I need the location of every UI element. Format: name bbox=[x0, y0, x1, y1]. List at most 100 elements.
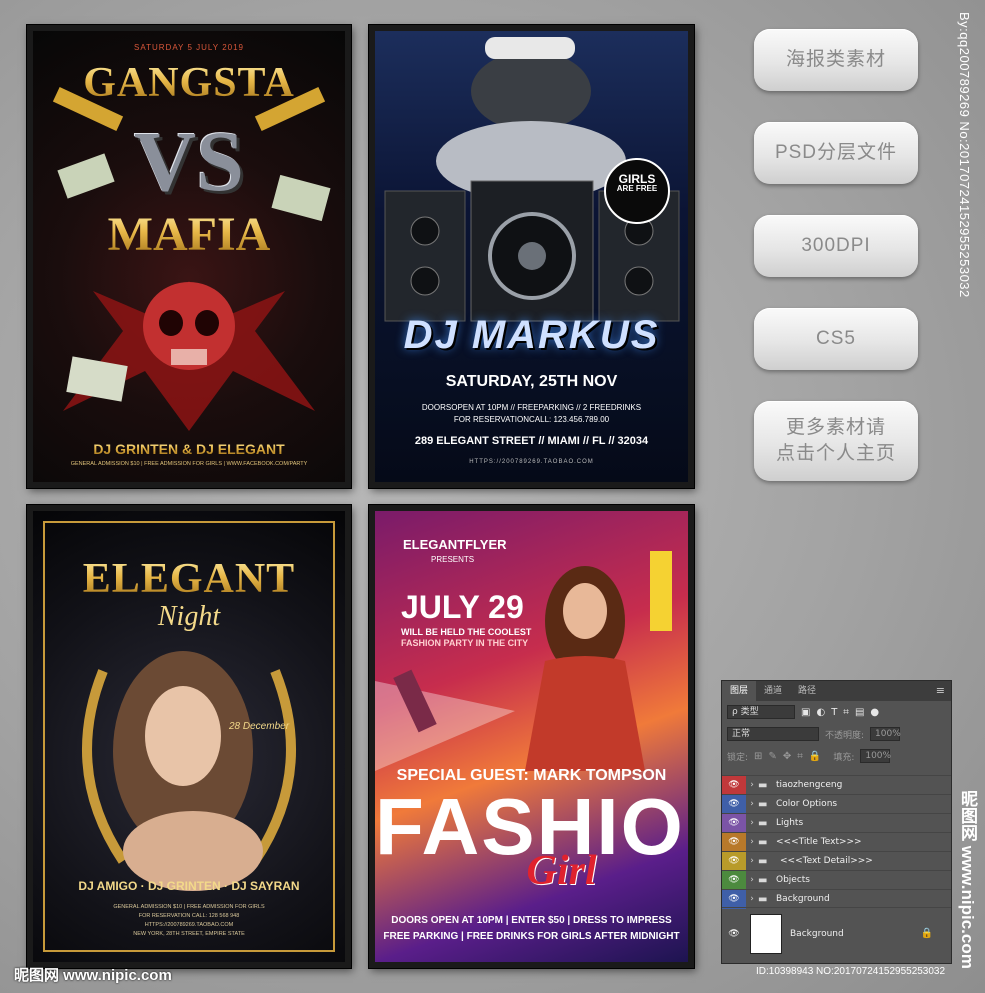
layer-group[interactable]: 👁 › ▬ <<<Title Text>>> bbox=[722, 832, 951, 852]
side-button-more-assets[interactable]: 更多素材请 点击个人主页 bbox=[754, 401, 918, 481]
tab-layers[interactable]: 图层 bbox=[722, 681, 757, 701]
folder-icon: ▬ bbox=[758, 893, 768, 905]
girls-free-badge: GIRLS ARE FREE bbox=[607, 173, 667, 193]
poster-info2: FOR RESERVATIONCALL: 123.456.789.00 bbox=[453, 415, 610, 424]
poster-address: 289 ELEGANT STREET // MIAMI // FL // 320… bbox=[414, 435, 649, 447]
side-button-cs5[interactable]: CS5 bbox=[754, 308, 918, 370]
visibility-eye-icon[interactable]: 👁 bbox=[722, 794, 746, 814]
poster-djs: DJ AMIGO · DJ GRINTEN · DJ SAYRAN bbox=[78, 879, 300, 893]
lock-transparency-icon[interactable]: ⊞ bbox=[754, 751, 762, 762]
poster-date: SATURDAY, 25TH NOV bbox=[445, 373, 618, 390]
poster-info4: NEW YORK, 28TH STREET, EMPIRE STATE bbox=[133, 931, 245, 937]
chevron-right-icon[interactable]: › bbox=[746, 837, 758, 847]
folder-icon: ▬ bbox=[758, 779, 768, 791]
poster-presents: PRESENTS bbox=[431, 555, 475, 564]
opacity-label: 不透明度: bbox=[825, 730, 865, 741]
chevron-right-icon[interactable]: › bbox=[746, 799, 758, 809]
layer-group[interactable]: 👁 › ▬ Lights bbox=[722, 813, 951, 833]
watermark-site: 昵图网 www.nipic.com bbox=[14, 967, 172, 984]
layers-panel: 图层 通道 路径 ≡ ρ 类型 ▣ ◐ T ⌗ ▤ ● 正常 不透明度: 100… bbox=[721, 680, 952, 964]
side-button-psd-layers[interactable]: PSD分层文件 bbox=[754, 122, 918, 184]
chevron-right-icon[interactable]: › bbox=[746, 875, 758, 885]
layer-group[interactable]: 👁 › ▬ Background bbox=[722, 889, 951, 909]
chevron-right-icon[interactable]: › bbox=[746, 894, 758, 904]
dj-name: DJ MARKUS bbox=[403, 313, 660, 357]
lock-artboard-icon[interactable]: ⌗ bbox=[797, 751, 803, 762]
folder-icon: ▬ bbox=[758, 874, 768, 886]
visibility-eye-icon[interactable]: 👁 bbox=[722, 775, 746, 795]
chevron-right-icon[interactable]: › bbox=[746, 856, 758, 866]
poster-info2: FREE PARKING | FREE DRINKS FOR GIRLS AFT… bbox=[383, 931, 680, 942]
layer-name: Lights bbox=[776, 818, 804, 828]
folder-icon: ▬ bbox=[758, 798, 768, 810]
visibility-eye-icon[interactable]: 👁 bbox=[722, 889, 746, 909]
watermark-vertical-site: 昵图网 www.nipic.com bbox=[958, 790, 977, 969]
adjustment-filter-icon[interactable]: ◐ bbox=[816, 707, 825, 718]
visibility-eye-icon[interactable]: 👁 bbox=[722, 870, 746, 890]
poster-info1: DOORSOPEN AT 10PM // FREEPARKING // 2 FR… bbox=[421, 403, 642, 412]
poster-tagline2: FASHION PARTY IN THE CITY bbox=[401, 638, 529, 648]
layer-group[interactable]: 👁 › ▬ Objects bbox=[722, 870, 951, 890]
poster-djs: DJ GRINTEN & DJ ELEGANT bbox=[33, 441, 345, 457]
poster-url: HTTPS://200789269.TAOBAO.COM bbox=[469, 459, 594, 465]
panel-menu-icon[interactable]: ≡ bbox=[936, 684, 945, 697]
chevron-right-icon[interactable]: › bbox=[746, 818, 758, 828]
poster-info1: DOORS OPEN AT 10PM | ENTER $50 | DRESS T… bbox=[391, 915, 672, 926]
side-button-300dpi[interactable]: 300DPI bbox=[754, 215, 918, 277]
lock-label: 锁定: bbox=[727, 752, 749, 763]
visibility-eye-icon[interactable]: 👁 bbox=[722, 851, 746, 871]
side-button-poster-assets[interactable]: 海报类素材 bbox=[754, 29, 918, 91]
blend-row: 正常 不透明度: 100% bbox=[722, 723, 951, 745]
tab-paths[interactable]: 路径 bbox=[790, 681, 824, 701]
opacity-field[interactable]: 100% bbox=[870, 727, 901, 741]
poster-info2: FOR RESERVATION CALL: 128 568 948 bbox=[138, 913, 240, 919]
folder-icon: ▬ bbox=[758, 855, 768, 867]
poster-date-small: 28 December bbox=[229, 721, 290, 732]
poster-tagline1: WILL BE HELD THE COOLEST bbox=[401, 627, 532, 637]
layer-group[interactable]: 👁 › ▬ tiaozhengceng bbox=[722, 775, 951, 795]
layer-thumbnail bbox=[750, 913, 782, 954]
lock-position-icon[interactable]: ✥ bbox=[783, 751, 791, 762]
lock-icon: 🔒 bbox=[920, 928, 933, 939]
filter-kind-select[interactable]: ρ 类型 bbox=[727, 705, 795, 719]
layer-name: Background bbox=[776, 894, 830, 904]
layer-name: Objects bbox=[776, 875, 811, 885]
poster-fashion-girl[interactable]: ELEGANTFLYER PRESENTS JULY 29 WILL BE HE… bbox=[369, 505, 694, 968]
poster-footer: GENERAL ADMISSION $10 | FREE ADMISSION F… bbox=[70, 461, 308, 467]
portrait-laurel-illustration bbox=[82, 651, 296, 891]
watermark-vertical: By:qq200789269 No:20170724152955253032 bbox=[957, 12, 972, 298]
layers-panel-tabs: 图层 通道 路径 ≡ bbox=[722, 681, 951, 701]
visibility-eye-icon[interactable]: 👁 bbox=[722, 832, 746, 852]
blend-mode-select[interactable]: 正常 bbox=[727, 727, 819, 741]
poster-script: Girl bbox=[526, 848, 597, 894]
visibility-eye-icon[interactable]: 👁 bbox=[722, 813, 746, 833]
layer-name: Color Options bbox=[776, 799, 838, 809]
poster-info3: HTTPS://200789269.TAOBAO.COM bbox=[144, 922, 234, 928]
chevron-right-icon[interactable]: › bbox=[746, 780, 758, 790]
lock-all-icon[interactable]: 🔒 bbox=[809, 751, 821, 762]
layer-name: Background bbox=[790, 928, 844, 939]
shape-filter-icon[interactable]: ⌗ bbox=[843, 707, 849, 718]
poster-date: JULY 29 bbox=[401, 589, 524, 625]
lock-row: 锁定: ⊞ ✎ ✥ ⌗ 🔒 填充: 100% bbox=[722, 745, 951, 767]
smart-object-filter-icon[interactable]: ▤ bbox=[855, 707, 864, 718]
filter-row: ρ 类型 ▣ ◐ T ⌗ ▤ ● bbox=[722, 701, 951, 723]
poster-brand: ELEGANTFLYER bbox=[403, 537, 507, 552]
filter-toggle-icon[interactable]: ● bbox=[870, 707, 879, 718]
tab-channels[interactable]: 通道 bbox=[756, 681, 790, 701]
poster-dj-markus[interactable]: GIRLS ARE FREE DJ MARKUS SATURDAY, 25TH … bbox=[369, 25, 694, 488]
fill-field[interactable]: 100% bbox=[860, 749, 891, 763]
skull-illustration bbox=[52, 86, 331, 431]
layer-name: tiaozhengceng bbox=[776, 780, 843, 790]
lock-pixels-icon[interactable]: ✎ bbox=[768, 751, 776, 762]
folder-icon: ▬ bbox=[758, 836, 768, 848]
layer-group[interactable]: 👁 › ▬ <<<Text Detail>>> bbox=[722, 851, 951, 871]
image-filter-icon[interactable]: ▣ bbox=[801, 707, 810, 718]
layer-group[interactable]: 👁 › ▬ Color Options bbox=[722, 794, 951, 814]
background-layer[interactable]: 👁 Background 🔒 bbox=[722, 907, 951, 959]
layer-list: 👁 › ▬ tiaozhengceng 👁 › ▬ Color Options … bbox=[722, 775, 951, 909]
poster-gangsta-vs-mafia[interactable]: SATURDAY 5 JULY 2019 GANGSTA VS MAFIA DJ… bbox=[27, 25, 351, 488]
type-filter-icon[interactable]: T bbox=[831, 707, 837, 718]
visibility-eye-icon[interactable]: 👁 bbox=[722, 924, 746, 943]
poster-elegant-night[interactable]: ELEGANT Night 28 December DJ AMIGO · DJ … bbox=[27, 505, 351, 968]
